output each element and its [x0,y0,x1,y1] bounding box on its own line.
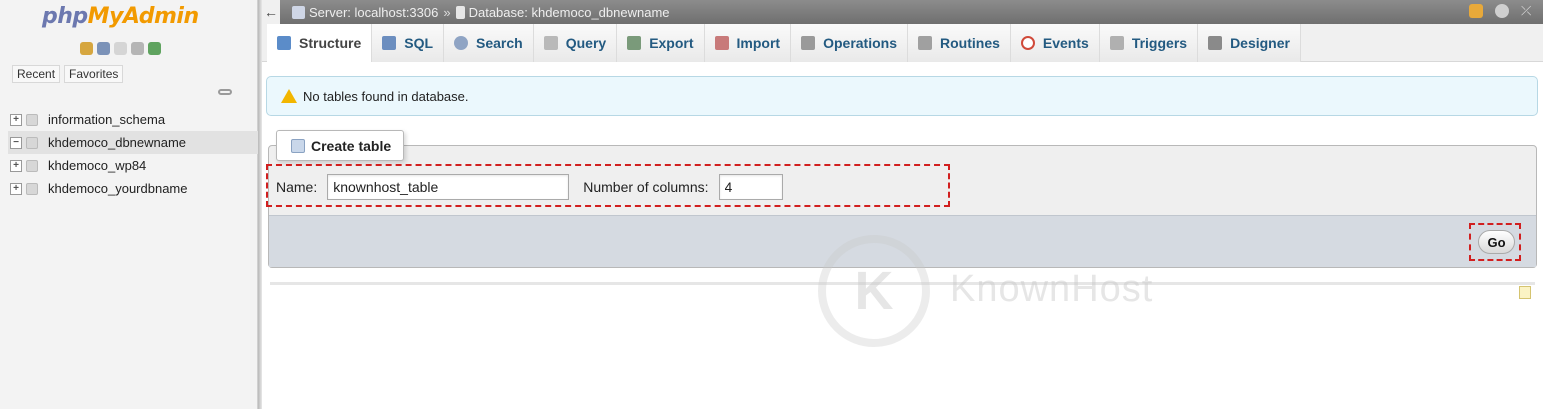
tab-label: Import [736,35,781,51]
gear-icon[interactable] [1495,4,1509,18]
navigation-panel: phpMyAdmin Recent Favorites + informatio… [0,0,258,409]
tab-events[interactable]: Events [1010,24,1100,62]
reload-icon[interactable] [148,42,161,55]
quick-icons [80,42,161,55]
recent-tab[interactable]: Recent [12,65,61,83]
logout-icon[interactable] [97,42,110,55]
create-table-legend: Create table [276,130,405,161]
tab-label: Query [565,35,607,51]
highlight-form-fields [266,164,950,207]
query-icon [543,36,558,50]
tab-label: Structure [299,35,362,51]
tab-structure[interactable]: Structure [267,24,373,62]
lock-icon[interactable] [1469,4,1483,18]
tab-search[interactable]: Search [444,24,534,62]
logo-part-myadmin: MyAdmin [87,4,199,29]
tab-label: Events [1042,35,1089,51]
designer-icon [1208,36,1223,50]
tab-routines[interactable]: Routines [908,24,1011,62]
create-table-icon [291,138,305,153]
logo-part-php: php [42,4,88,29]
search-icon [454,36,469,50]
notice-text: No tables found in database. [303,88,469,104]
import-icon [714,36,729,50]
tab-label: Export [649,35,694,51]
export-icon [627,36,642,50]
database-icon [26,159,38,172]
db-item-khdemoco-wp84[interactable]: + khdemoco_wp84 [8,154,258,177]
routines-icon [918,36,932,50]
main-tabs: Structure SQL Search Query Export Import… [262,24,1543,62]
expand-icon[interactable]: + [10,113,22,126]
tab-triggers[interactable]: Triggers [1099,24,1199,62]
database-icon [26,136,38,149]
settings-icon[interactable] [131,42,144,55]
top-bar-actions: ⤫ [1469,4,1535,18]
database-icon [455,5,465,19]
sql-icon [382,36,397,50]
tab-label: Designer [1230,35,1290,51]
server-icon [292,5,305,19]
db-name[interactable]: khdemoco_dbnewname [48,135,186,150]
db-name[interactable]: khdemoco_wp84 [48,158,146,173]
recent-favorites-tabs: Recent Favorites [12,65,124,83]
tab-label: Triggers [1131,35,1188,51]
collapse-icon[interactable]: ⤫ [1521,4,1535,18]
expand-icon[interactable]: + [10,182,22,195]
db-item-information-schema[interactable]: + information_schema [8,108,258,131]
breadcrumb-separator: » [443,4,451,20]
breadcrumb-database[interactable]: Database: khdemoco_dbnewname [469,5,670,20]
favorites-tab[interactable]: Favorites [64,65,124,83]
watermark-text: KnownHost [950,268,1154,310]
db-item-khdemoco-yourdbname[interactable]: + khdemoco_yourdbname [8,177,258,200]
db-item-khdemoco-dbnewname[interactable]: − khdemoco_dbnewname [8,131,258,154]
create-table-label: Create table [311,137,392,154]
tab-export[interactable]: Export [617,24,705,62]
breadcrumb-bar: ← Server: localhost:3306 » Database: khd… [262,0,1543,24]
tab-operations[interactable]: Operations [791,24,908,62]
page-icon[interactable] [1519,286,1531,299]
phpmyadmin-logo[interactable]: phpMyAdmin [42,4,199,29]
collapse-nav-button[interactable]: ← [262,0,280,24]
triggers-icon [1109,36,1124,50]
structure-icon [277,36,291,50]
wrench-icon [801,36,816,50]
collapse-icon[interactable]: − [10,136,22,149]
highlight-go-button [1469,223,1521,261]
watermark-letter: K [854,261,894,321]
breadcrumb-server[interactable]: Server: localhost:3306 [309,5,438,20]
tab-designer[interactable]: Designer [1198,24,1301,62]
home-icon[interactable] [80,42,93,55]
docs-icon[interactable] [114,42,127,55]
database-icon [26,113,38,126]
db-name[interactable]: khdemoco_yourdbname [48,181,187,196]
db-name[interactable]: information_schema [48,112,165,127]
database-icon [26,182,38,195]
tab-label: Routines [940,35,1000,51]
notice-message: No tables found in database. [266,76,1538,116]
tab-sql[interactable]: SQL [372,24,445,62]
clock-icon [1020,36,1035,50]
tab-query[interactable]: Query [533,24,618,62]
expand-icon[interactable]: + [10,159,22,172]
tab-label: Operations [823,35,897,51]
tab-import[interactable]: Import [704,24,792,62]
database-tree: + information_schema − khdemoco_dbnewnam… [8,108,258,200]
tab-label: Search [476,35,523,51]
warning-icon [281,89,297,103]
link-icon[interactable] [218,89,232,95]
tab-label: SQL [404,35,434,51]
